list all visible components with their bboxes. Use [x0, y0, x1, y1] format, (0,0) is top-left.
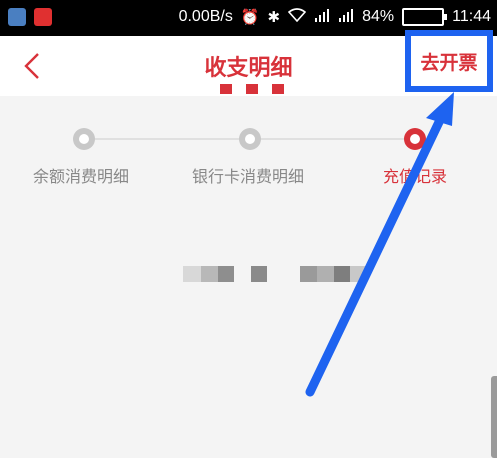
step-label-balance[interactable]: 余额消费明细 — [33, 163, 129, 187]
clock: 11:44 — [452, 8, 491, 25]
wifi-icon — [287, 8, 307, 26]
bluetooth-icon: ✱ — [267, 9, 281, 26]
step-label-bank-card[interactable]: 银行卡消费明细 — [192, 163, 304, 187]
title-indicator — [220, 84, 284, 94]
signal-icon — [314, 8, 330, 26]
step-dot-bank-card[interactable] — [239, 128, 261, 150]
invoice-button[interactable]: 去开票 — [405, 30, 493, 92]
step-label-recharge[interactable]: 充值记录 — [383, 163, 447, 187]
battery-icon — [402, 8, 448, 26]
battery-percent: 84% — [362, 8, 395, 25]
step-dot-recharge[interactable] — [404, 128, 426, 150]
qq-app-icon — [34, 8, 52, 26]
step-dot-balance[interactable] — [73, 128, 95, 150]
signal-icon — [338, 8, 354, 26]
network-speed: 0.00B/s — [178, 8, 233, 25]
security-app-icon — [8, 8, 26, 26]
scrollbar[interactable] — [491, 376, 497, 458]
alarm-icon: ⏰ — [240, 9, 260, 26]
